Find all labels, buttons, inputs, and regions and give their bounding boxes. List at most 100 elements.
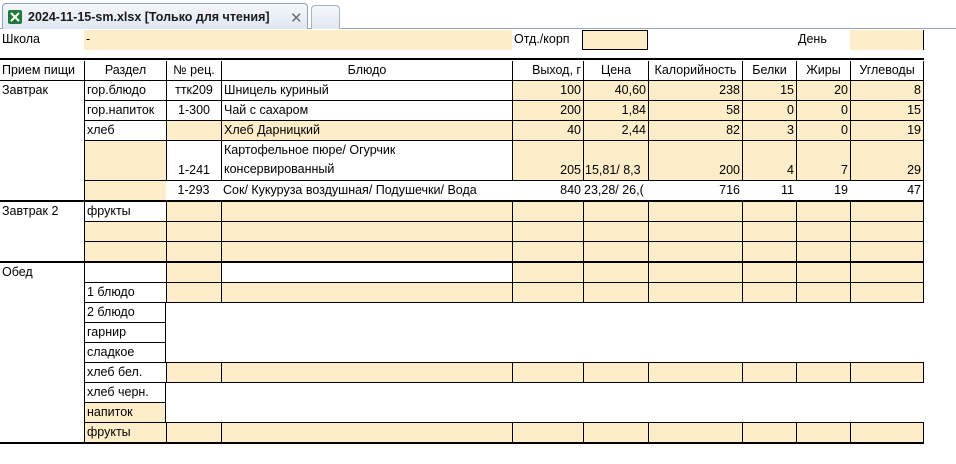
dish-cell[interactable]: Чай с сахаром	[221, 101, 512, 121]
calories-cell[interactable]	[648, 263, 742, 283]
recipe-cell[interactable]: 1-300	[166, 101, 221, 121]
fat-cell[interactable]: 19	[796, 181, 850, 201]
carbs-cell[interactable]: 47	[850, 181, 924, 201]
section-cell[interactable]: сладкое	[84, 343, 166, 363]
carbs-cell[interactable]	[850, 263, 924, 283]
new-tab-button[interactable]	[311, 5, 340, 29]
fat-cell[interactable]	[796, 263, 850, 283]
fat-cell[interactable]	[796, 242, 850, 262]
workbook-tab[interactable]: 2024-11-15-sm.xlsx [Только для чтения] ✕	[2, 3, 308, 29]
carbs-cell[interactable]: 19	[850, 121, 924, 141]
carbs-cell[interactable]: 8	[850, 81, 924, 101]
price-cell[interactable]: 15,81/ 8,3	[583, 141, 648, 181]
recipe-cell[interactable]	[166, 362, 221, 383]
protein-cell[interactable]	[742, 222, 796, 242]
dish-cell[interactable]	[221, 263, 512, 283]
price-cell[interactable]	[583, 202, 648, 222]
protein-cell[interactable]	[742, 362, 796, 383]
calories-cell[interactable]: 58	[648, 101, 742, 121]
dish-cell[interactable]	[221, 202, 512, 222]
calories-cell[interactable]: 82	[648, 121, 742, 141]
price-cell[interactable]	[583, 242, 648, 262]
price-cell[interactable]	[583, 263, 648, 283]
recipe-cell[interactable]: 1-293	[166, 181, 221, 201]
recipe-cell[interactable]	[166, 422, 221, 443]
day-value-cell[interactable]	[850, 30, 924, 50]
fat-cell[interactable]: 7	[796, 141, 850, 181]
yield-cell[interactable]	[512, 202, 583, 222]
dish-cell[interactable]: Хлеб Дарницкий	[221, 121, 512, 141]
calories-cell[interactable]	[648, 362, 742, 383]
price-cell[interactable]	[583, 222, 648, 242]
carbs-cell[interactable]	[850, 202, 924, 222]
protein-cell[interactable]: 3	[742, 121, 796, 141]
carbs-cell[interactable]	[850, 222, 924, 242]
fat-cell[interactable]: 20	[796, 81, 850, 101]
carbs-cell[interactable]	[850, 242, 924, 262]
protein-cell[interactable]: 15	[742, 81, 796, 101]
section-cell[interactable]: 2 блюдо	[84, 303, 166, 323]
fat-cell[interactable]: 0	[796, 121, 850, 141]
section-cell[interactable]: фрукты	[84, 422, 166, 443]
protein-cell[interactable]	[742, 283, 796, 303]
yield-cell[interactable]	[512, 263, 583, 283]
yield-cell[interactable]	[512, 222, 583, 242]
carbs-cell[interactable]: 15	[850, 101, 924, 121]
price-cell[interactable]: 40,60	[583, 81, 648, 101]
price-cell[interactable]	[583, 283, 648, 303]
recipe-cell[interactable]: 1-241	[166, 141, 221, 181]
school-value-cell[interactable]: -	[84, 30, 512, 50]
price-cell[interactable]: 1,84	[583, 101, 648, 121]
section-cell[interactable]	[84, 141, 166, 181]
calories-cell[interactable]	[648, 222, 742, 242]
protein-cell[interactable]	[742, 422, 796, 443]
yield-cell[interactable]	[512, 242, 583, 262]
protein-cell[interactable]: 0	[742, 101, 796, 121]
yield-cell[interactable]: 200	[512, 101, 583, 121]
section-cell[interactable]: фрукты	[84, 202, 166, 222]
calories-cell[interactable]	[648, 422, 742, 443]
dept-value-cell[interactable]	[582, 30, 648, 50]
dish-cell[interactable]: Сок/ Кукуруза воздушная/ Подушечки/ Вода	[221, 181, 512, 201]
protein-cell[interactable]	[742, 263, 796, 283]
dish-cell[interactable]: Картофельное пюре/ Огурчик консервирован…	[221, 141, 512, 181]
yield-cell[interactable]	[512, 283, 583, 303]
section-cell[interactable]	[84, 242, 166, 262]
recipe-cell[interactable]	[166, 263, 221, 283]
recipe-cell[interactable]	[166, 242, 221, 262]
yield-cell[interactable]: 40	[512, 121, 583, 141]
protein-cell[interactable]: 4	[742, 141, 796, 181]
price-cell[interactable]	[583, 422, 648, 443]
section-cell[interactable]	[84, 222, 166, 242]
recipe-cell[interactable]	[166, 202, 221, 222]
fat-cell[interactable]	[796, 202, 850, 222]
calories-cell[interactable]: 200	[648, 141, 742, 181]
fat-cell[interactable]	[796, 362, 850, 383]
price-cell[interactable]: 2,44	[583, 121, 648, 141]
dish-cell[interactable]	[221, 222, 512, 242]
recipe-cell[interactable]	[166, 222, 221, 242]
fat-cell[interactable]	[796, 283, 850, 303]
recipe-cell[interactable]	[166, 121, 221, 141]
spreadsheet-grid[interactable]: Школа - Отд./корп День Прием пищи Раздел…	[0, 30, 956, 464]
section-cell[interactable]: хлеб черн.	[84, 383, 166, 403]
carbs-cell[interactable]	[850, 362, 924, 383]
carbs-cell[interactable]	[850, 283, 924, 303]
fat-cell[interactable]	[796, 222, 850, 242]
protein-cell[interactable]	[742, 202, 796, 222]
yield-cell[interactable]: 840	[512, 181, 583, 201]
section-cell[interactable]	[84, 263, 166, 283]
section-cell[interactable]: гор.блюдо	[84, 81, 166, 101]
section-cell[interactable]: хлеб бел.	[84, 362, 166, 383]
dish-cell[interactable]	[221, 283, 512, 303]
calories-cell[interactable]	[648, 202, 742, 222]
protein-cell[interactable]: 11	[742, 181, 796, 201]
recipe-cell[interactable]: ттк209	[166, 81, 221, 101]
price-cell[interactable]: 23,28/ 26,(	[583, 181, 648, 201]
carbs-cell[interactable]	[850, 422, 924, 443]
price-cell[interactable]	[583, 362, 648, 383]
dish-cell[interactable]: Шницель куриный	[221, 81, 512, 101]
protein-cell[interactable]	[742, 242, 796, 262]
calories-cell[interactable]	[648, 283, 742, 303]
section-cell[interactable]: хлеб	[84, 121, 166, 141]
